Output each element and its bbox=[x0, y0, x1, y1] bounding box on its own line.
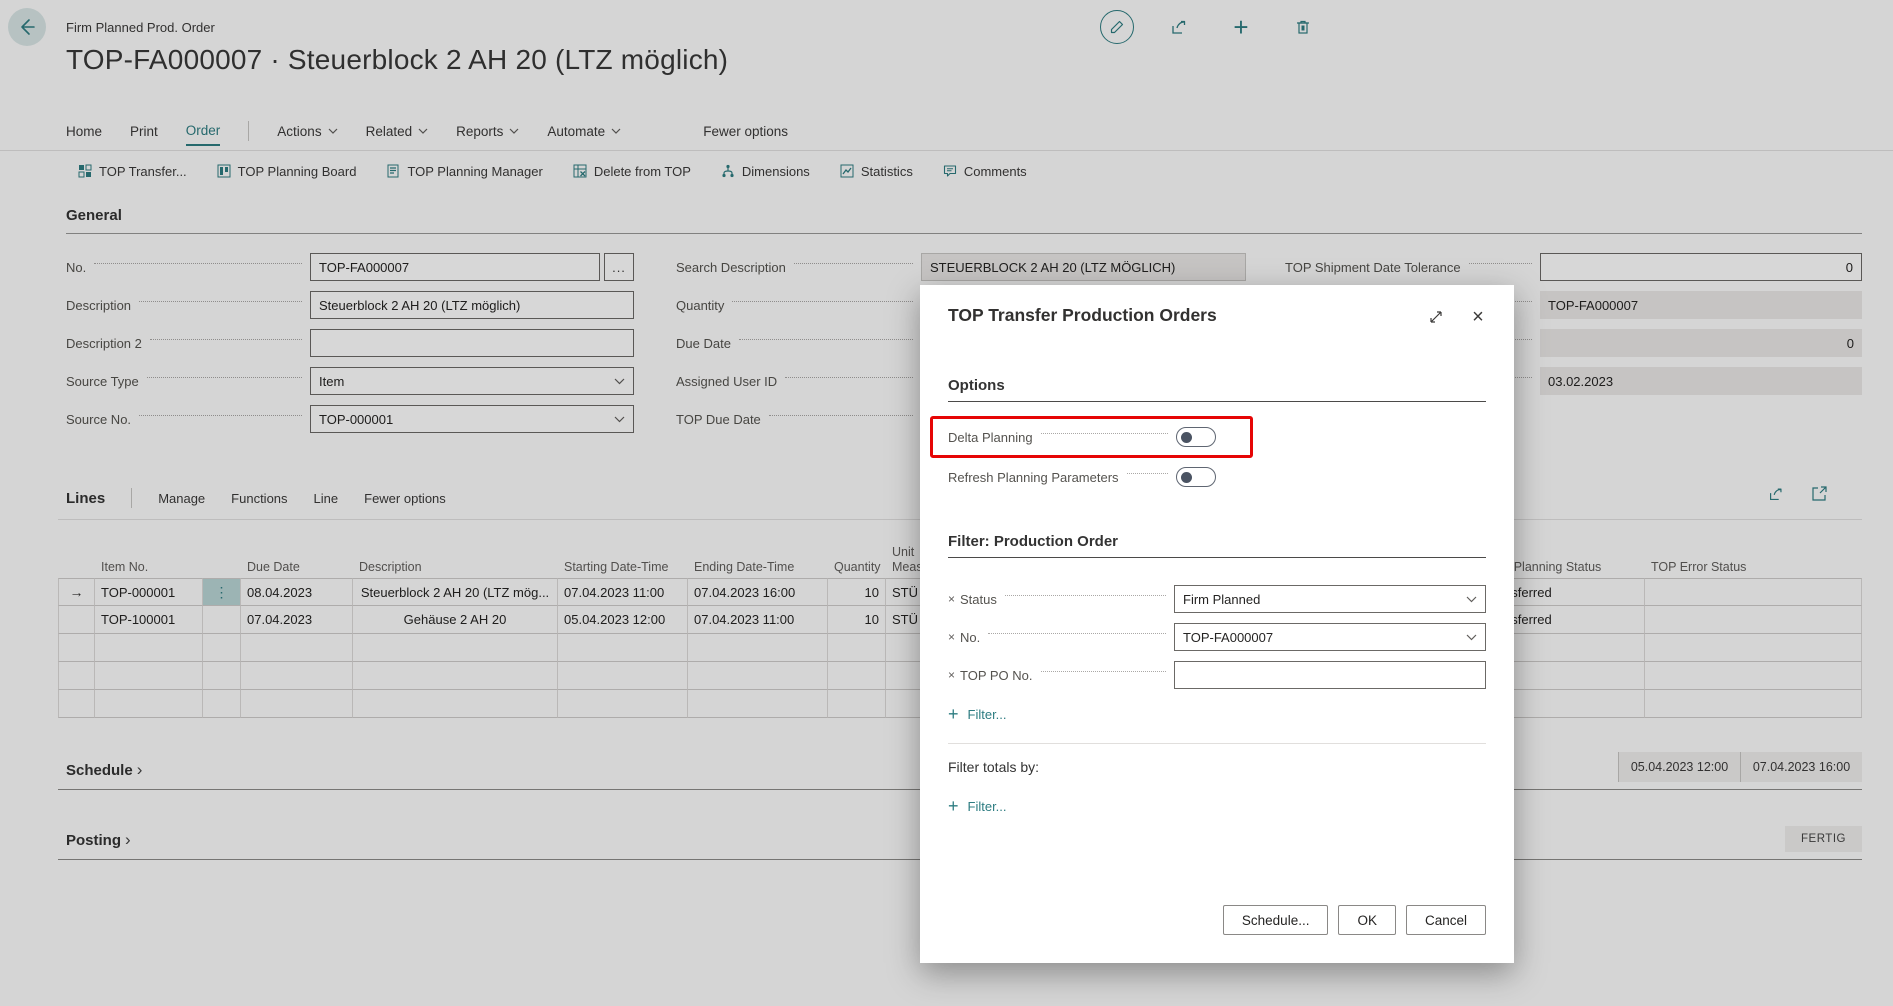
dialog-expand-button[interactable] bbox=[1426, 307, 1446, 327]
filter-top-po-row: × TOP PO No. bbox=[948, 661, 1486, 689]
add-filter-link[interactable]: + Filter... bbox=[948, 705, 1007, 723]
close-icon: × bbox=[1472, 307, 1484, 327]
filter-status-row: × Status Firm Planned bbox=[948, 585, 1486, 613]
status-filter-select[interactable]: Firm Planned bbox=[1174, 585, 1486, 613]
filter-section-title: Filter: Production Order bbox=[948, 533, 1486, 558]
remove-filter-icon[interactable]: × bbox=[948, 668, 955, 682]
filter-no-row: × No. TOP-FA000007 bbox=[948, 623, 1486, 651]
dialog-divider bbox=[948, 743, 1486, 744]
chevron-down-icon bbox=[1466, 634, 1477, 641]
top-transfer-dialog: TOP Transfer Production Orders × Options… bbox=[920, 285, 1514, 963]
dialog-button-bar: Schedule... OK Cancel bbox=[1223, 905, 1486, 935]
remove-filter-icon[interactable]: × bbox=[948, 630, 955, 644]
schedule-button[interactable]: Schedule... bbox=[1223, 905, 1329, 935]
dialog-close-button[interactable]: × bbox=[1468, 307, 1488, 327]
chevron-down-icon bbox=[1466, 596, 1477, 603]
no-filter-select[interactable]: TOP-FA000007 bbox=[1174, 623, 1486, 651]
top-po-filter-input[interactable] bbox=[1174, 661, 1486, 689]
filter-totals-label: Filter totals by: bbox=[948, 759, 1039, 775]
delta-planning-row: Delta Planning bbox=[948, 423, 1216, 451]
options-section-title: Options bbox=[948, 377, 1486, 402]
expand-icon bbox=[1428, 309, 1444, 325]
remove-filter-icon[interactable]: × bbox=[948, 592, 955, 606]
delta-planning-toggle[interactable] bbox=[1176, 427, 1216, 447]
plus-icon: + bbox=[948, 797, 959, 815]
add-totals-filter-link[interactable]: + Filter... bbox=[948, 797, 1007, 815]
dialog-title: TOP Transfer Production Orders bbox=[948, 305, 1217, 326]
cancel-button[interactable]: Cancel bbox=[1406, 905, 1486, 935]
plus-icon: + bbox=[948, 705, 959, 723]
refresh-params-row: Refresh Planning Parameters bbox=[948, 463, 1216, 491]
refresh-params-toggle[interactable] bbox=[1176, 467, 1216, 487]
ok-button[interactable]: OK bbox=[1338, 905, 1396, 935]
